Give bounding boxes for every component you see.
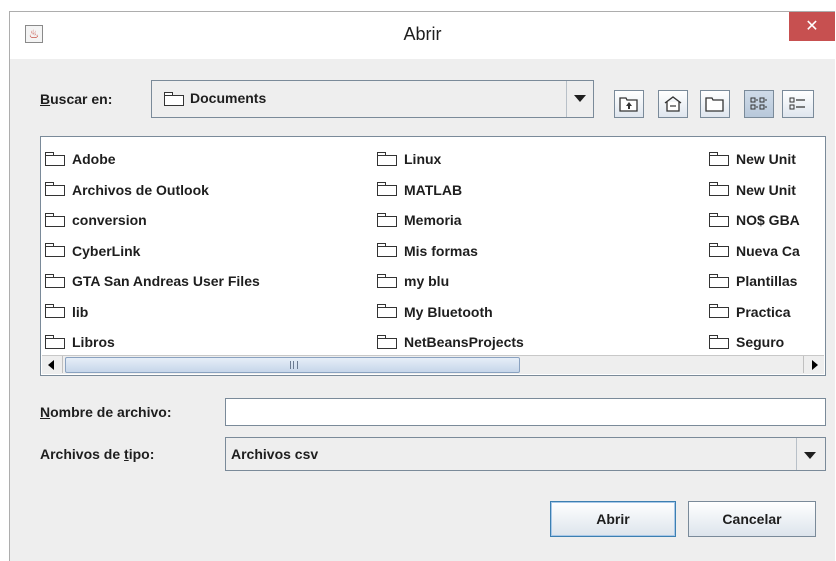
- list-item[interactable]: My Bluetooth: [377, 297, 524, 328]
- filetype-dropdown-arrow[interactable]: [796, 438, 825, 470]
- new-folder-button[interactable]: [700, 90, 730, 118]
- list-item[interactable]: Seguro: [709, 327, 800, 358]
- folder-icon: [45, 182, 65, 197]
- dialog-title: Abrir: [403, 24, 442, 44]
- folder-icon: [377, 243, 397, 258]
- list-item[interactable]: CyberLink: [45, 236, 260, 267]
- close-button[interactable]: ✕: [789, 12, 835, 41]
- folder-icon: [45, 212, 65, 227]
- list-item[interactable]: NetBeansProjects: [377, 327, 524, 358]
- details-view-icon: [789, 97, 805, 110]
- cancel-button[interactable]: Cancelar: [688, 501, 816, 537]
- file-list-column-1: Adobe Archivos de Outlook conversion Cyb…: [45, 144, 260, 358]
- scroll-right-button[interactable]: [803, 356, 824, 373]
- up-one-level-icon: [619, 97, 638, 112]
- folder-icon: [45, 243, 65, 258]
- list-item[interactable]: Adobe: [45, 144, 260, 175]
- list-item[interactable]: Mis formas: [377, 236, 524, 267]
- folder-icon: [709, 273, 729, 288]
- list-item[interactable]: Plantillas: [709, 266, 800, 297]
- look-in-value: Documents: [190, 90, 267, 106]
- list-view-icon: [750, 97, 767, 110]
- details-view-button[interactable]: [782, 90, 814, 118]
- home-button[interactable]: [658, 90, 688, 118]
- list-item[interactable]: conversion: [45, 205, 260, 236]
- file-list[interactable]: Adobe Archivos de Outlook conversion Cyb…: [40, 136, 826, 376]
- filetype-label: Archivos de tipo:: [40, 446, 155, 462]
- list-item[interactable]: MATLAB: [377, 175, 524, 206]
- filetype-value: Archivos csv: [231, 446, 319, 462]
- list-item[interactable]: Archivos de Outlook: [45, 175, 260, 206]
- filetype-combobox[interactable]: Archivos csv: [225, 437, 826, 471]
- file-list-column-2: Linux MATLAB Memoria Mis formas my blu M…: [377, 144, 524, 358]
- list-item[interactable]: New Unit: [709, 175, 800, 206]
- scroll-left-button[interactable]: [42, 356, 63, 373]
- open-dialog: ♨ Abrir ✕ Buscar en: Documents Adobe Arc…: [9, 11, 835, 561]
- folder-icon: [45, 273, 65, 288]
- folder-icon: [709, 304, 729, 319]
- open-button[interactable]: Abrir: [550, 501, 676, 537]
- up-one-level-button[interactable]: [614, 90, 644, 118]
- horizontal-scrollbar[interactable]: [42, 355, 824, 374]
- scroll-thumb[interactable]: [65, 357, 520, 373]
- filename-label: Nombre de archivo:: [40, 404, 172, 420]
- close-icon: ✕: [805, 18, 819, 35]
- list-item[interactable]: Memoria: [377, 205, 524, 236]
- folder-icon: [709, 182, 729, 197]
- folder-icon: [45, 334, 65, 349]
- grip-icon: [289, 361, 298, 369]
- folder-icon: [377, 273, 397, 288]
- home-icon: [664, 96, 682, 112]
- list-view-button[interactable]: [744, 90, 774, 118]
- folder-icon: [164, 92, 184, 106]
- folder-icon: [377, 334, 397, 349]
- list-item[interactable]: GTA San Andreas User Files: [45, 266, 260, 297]
- folder-icon: [709, 212, 729, 227]
- look-in-label: Buscar en:: [40, 91, 113, 107]
- title-bar: ♨ Abrir ✕: [10, 12, 835, 59]
- list-item[interactable]: Libros: [45, 327, 260, 358]
- filename-input[interactable]: [225, 398, 826, 426]
- folder-icon: [709, 243, 729, 258]
- folder-icon: [45, 304, 65, 319]
- list-item[interactable]: NO$ GBA: [709, 205, 800, 236]
- folder-icon: [377, 212, 397, 227]
- list-item[interactable]: my blu: [377, 266, 524, 297]
- folder-icon: [377, 304, 397, 319]
- folder-icon: [45, 151, 65, 166]
- new-folder-icon: [705, 97, 724, 112]
- folder-icon: [377, 182, 397, 197]
- look-in-combobox[interactable]: Documents: [151, 80, 594, 118]
- list-item[interactable]: New Unit: [709, 144, 800, 175]
- folder-icon: [377, 151, 397, 166]
- list-item[interactable]: Linux: [377, 144, 524, 175]
- list-item[interactable]: Practica: [709, 297, 800, 328]
- folder-icon: [709, 151, 729, 166]
- list-item[interactable]: lib: [45, 297, 260, 328]
- file-list-column-3: New Unit New Unit NO$ GBA Nueva Ca Plant…: [709, 144, 800, 358]
- list-item[interactable]: Nueva Ca: [709, 236, 800, 267]
- look-in-dropdown-arrow[interactable]: [566, 81, 593, 117]
- folder-icon: [709, 334, 729, 349]
